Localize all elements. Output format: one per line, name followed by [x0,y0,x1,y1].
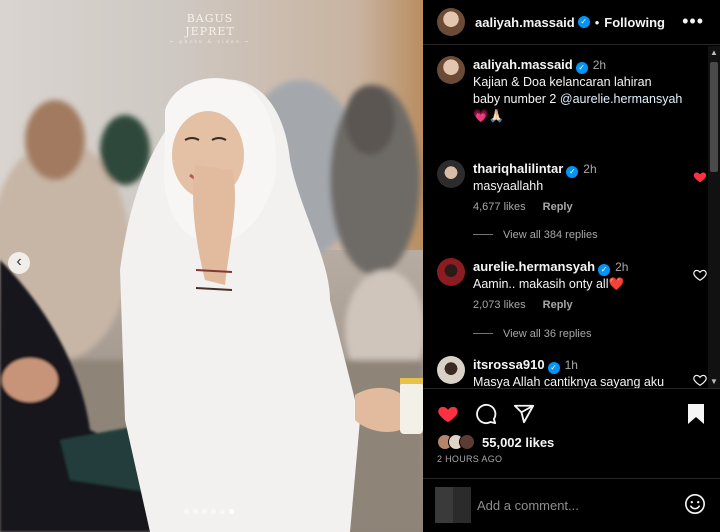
post-caption: aaliyah.massaid ✓ 2h Kajian & Doa kelancar… [437,56,707,125]
caption-emoji: 💗🙏🏻 [473,109,505,123]
caption-mention[interactable]: @aurelie.hermansyah [560,92,682,106]
verified-badge-icon: ✓ [547,362,560,374]
comment-username[interactable]: aurelie.hermansyah [473,259,595,274]
author-username[interactable]: aaliyah.massaid [475,15,575,30]
slide-dot [229,509,234,514]
like-heart-icon[interactable] [437,403,459,425]
caption-text-line1: Kajian & Doa kelancaran lahiran [473,75,652,89]
post-timestamp: 2 HOURS AGO [437,454,503,464]
slide-dot [220,509,225,514]
comment-time: 1h [564,358,578,372]
slide-dot [193,509,198,514]
reply-button[interactable]: Reply [543,201,573,213]
photo-watermark: BAGUS JEPRET ~ photo & video ~ [169,12,251,45]
header-separator: • [594,14,600,30]
photo-scene [0,78,423,532]
verified-badge-icon: ✓ [575,62,588,74]
view-replies-link[interactable]: View all 384 replies [473,229,598,241]
comment-heart-icon[interactable] [693,170,707,184]
comment-heart-icon[interactable] [693,373,707,387]
post-sidebar: aaliyah.massaid ✓ • Following ••• aaliya… [423,0,720,532]
comment-avatar[interactable] [437,258,465,286]
comment-username[interactable]: itsrossa910 [473,357,545,372]
comment-text: masyaallahh [473,179,544,193]
reply-button[interactable]: Reply [543,299,573,311]
comment-time: 2h [615,260,629,274]
comment-likes[interactable]: 2,073 likes [473,299,526,311]
add-comment-input[interactable] [477,494,667,516]
likes-summary[interactable]: 55,002 likes [437,434,554,450]
liker-avatar [459,434,475,450]
comment-avatar[interactable] [437,160,465,188]
comment-item: aurelie.hermansyah ✓ 2h Aamin.. makasih on… [437,258,707,311]
bookmark-icon[interactable] [686,403,706,425]
comment-username[interactable]: thariqhalilintar [473,161,563,176]
post-photo[interactable]: BAGUS JEPRET ~ photo & video ~ ‹ [0,0,423,532]
caption-time: 2h [592,58,607,72]
comment-item: thariqhalilintar ✓ 2h masyaallahh 4,677 li… [437,160,707,213]
slide-indicator [184,509,234,514]
post-header: aaliyah.massaid ✓ • Following ••• [423,0,720,45]
scrollbar-thumb[interactable] [710,62,718,172]
previous-slide-button[interactable]: ‹ [8,252,30,274]
more-options-icon[interactable]: ••• [682,12,704,30]
caption-avatar[interactable] [437,56,465,84]
verified-badge-icon: ✓ [598,264,611,276]
comment-text: Masya Allah cantiknya sayang aku [473,375,665,388]
comment-heart-icon[interactable] [693,268,707,282]
caption-text-line2: baby number 2 [473,92,557,106]
author-avatar[interactable] [437,8,465,36]
viewer-avatar [435,487,471,523]
scroll-down-icon[interactable]: ▼ [710,377,718,386]
post-actions: 55,002 likes 2 HOURS AGO [423,388,720,478]
likes-count[interactable]: 55,002 likes [482,435,554,450]
slide-dot [184,509,189,514]
comments-scrollbar[interactable]: ▲ ▼ [708,46,720,388]
view-replies-link[interactable]: View all 36 replies [473,328,591,340]
comments-list: aaliyah.massaid ✓ 2h Kajian & Doa kelancar… [423,46,720,388]
verified-badge-icon: ✓ [577,16,590,28]
comment-text: Aamin.. makasih onty all❤️ [473,277,625,291]
add-comment-bar [423,478,720,532]
comment-item: itsrossa910 ✓ 1h Masya Allah cantiknya say… [437,356,707,388]
slide-dot [211,509,216,514]
slide-dot [202,509,207,514]
following-button[interactable]: Following [604,15,665,30]
emoji-icon[interactable] [684,493,706,515]
scroll-up-icon[interactable]: ▲ [710,48,718,57]
comment-icon[interactable] [475,403,497,425]
share-icon[interactable] [513,403,535,425]
comment-time: 2h [583,162,597,176]
comment-likes[interactable]: 4,677 likes [473,201,526,213]
caption-username[interactable]: aaliyah.massaid [473,57,573,72]
comment-avatar[interactable] [437,356,465,384]
verified-badge-icon: ✓ [566,166,579,178]
